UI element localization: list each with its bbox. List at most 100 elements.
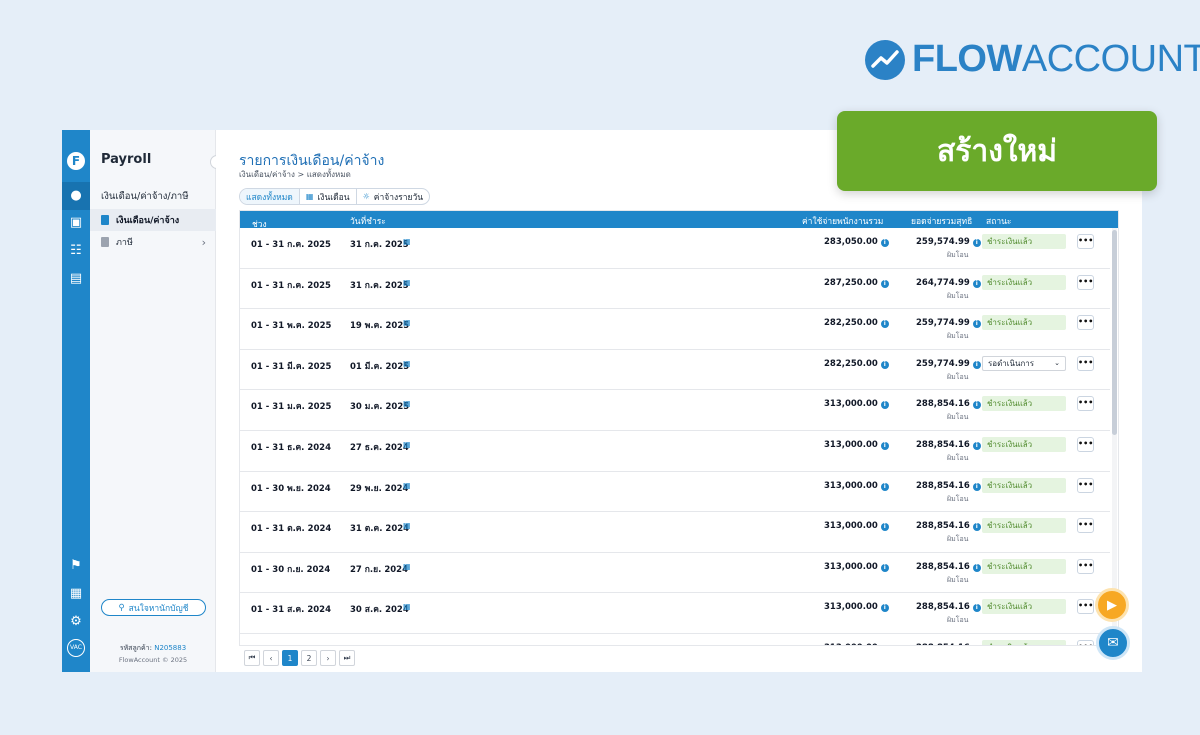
- chat-button[interactable]: ✉: [1096, 626, 1130, 660]
- info-icon[interactable]: i: [972, 604, 981, 613]
- table-row[interactable]: 01 - 31 ก.ค. 2025 31 ก.ค. 2025 ▦ 287,250.00…: [240, 269, 1110, 310]
- contact-card-icon[interactable]: ▣: [68, 215, 84, 231]
- pay-date-cell: 01 มี.ค. 2025: [350, 361, 410, 372]
- flowaccount-logo-icon[interactable]: F: [67, 152, 85, 170]
- info-icon[interactable]: i: [880, 604, 889, 613]
- play-tutorial-button[interactable]: ▶: [1095, 588, 1129, 622]
- scrollbar[interactable]: [1112, 228, 1117, 645]
- info-icon[interactable]: i: [880, 523, 889, 532]
- period-cell: 01 - 31 ธ.ค. 2024: [251, 443, 332, 453]
- payment-method: ผิมโอน: [947, 535, 969, 544]
- gear-icon[interactable]: ⚙: [68, 614, 84, 630]
- next-page-button[interactable]: ›: [320, 650, 336, 666]
- table-row[interactable]: 01 - 30 ก.ย. 2024 27 ก.ย. 2024 ▦ 313,000.00…: [240, 553, 1110, 594]
- status-badge: ชำระเงินแล้ว: [982, 396, 1066, 412]
- last-page-button[interactable]: ⏭: [339, 650, 355, 666]
- info-icon[interactable]: i: [880, 239, 889, 247]
- sidebar-item-salary[interactable]: เงินเดือน/ค่าจ้าง: [90, 209, 216, 231]
- table-row[interactable]: 01 - 31 ส.ค. 2024 30 ส.ค. 2024 ▦ 313,000.00…: [240, 593, 1110, 634]
- org-chart-icon[interactable]: ☷: [68, 243, 84, 259]
- sidebar-item-tax[interactable]: ภาษี ›: [90, 231, 216, 253]
- total-cost-cell: 283,050.00 i: [824, 237, 889, 247]
- table-row[interactable]: 01 - 31 ต.ค. 2024 31 ต.ค. 2024 ▦ 313,000.00…: [240, 512, 1110, 553]
- tab-label: ค่าจ้างรายวัน: [373, 192, 424, 203]
- table-row[interactable]: 01 - 31 พ.ค. 2025 19 พ.ค. 2025 ▦ 282,250.00…: [240, 309, 1110, 350]
- more-options-button[interactable]: •••: [1077, 640, 1094, 645]
- status-badge[interactable]: รอดำเนินการ ⌄: [982, 355, 1066, 371]
- table-row[interactable]: 01 - 31 มี.ค. 2025 01 มี.ค. 2025 ▦ 282,250.…: [240, 350, 1110, 391]
- info-icon[interactable]: i: [880, 320, 889, 329]
- pay-date-cell: 27 ธ.ค. 2024: [350, 443, 409, 453]
- info-icon[interactable]: i: [973, 645, 981, 646]
- info-icon[interactable]: i: [880, 442, 889, 450]
- table-row[interactable]: 01 - 31 ก.ค. 2025 31 ก.ค. 2025 ▦ 283,050.00…: [240, 228, 1110, 269]
- find-accountant-button[interactable]: ⚲ สนใจหานักบัญชี: [101, 599, 206, 616]
- more-options-button[interactable]: •••: [1077, 518, 1094, 534]
- prev-page-button[interactable]: ‹: [263, 650, 279, 666]
- info-icon[interactable]: i: [972, 360, 981, 369]
- more-options-button[interactable]: •••: [1077, 558, 1094, 574]
- info-icon[interactable]: i: [880, 279, 889, 288]
- page-button[interactable]: 1: [282, 650, 298, 666]
- net-pay-cell: 288,854.16i: [916, 602, 981, 613]
- period-cell: 01 - 31 ก.ค. 2025: [251, 240, 331, 250]
- net-pay-cell: 259,574.99 i: [916, 237, 981, 247]
- info-icon[interactable]: i: [972, 482, 981, 491]
- more-options-button[interactable]: •••: [1077, 315, 1094, 331]
- scrollbar-thumb[interactable]: [1112, 230, 1117, 435]
- table-row[interactable]: 01 - 31 ม.ค. 2025 30 ม.ค. 2025 ▦ 313,000.00…: [240, 390, 1110, 431]
- bell-icon[interactable]: ⚑: [68, 558, 84, 574]
- create-new-button[interactable]: สร้างใหม่: [837, 111, 1157, 191]
- users-money-icon[interactable]: ●: [68, 188, 84, 204]
- info-icon[interactable]: i: [880, 563, 889, 572]
- calendar-icon: ▦: [403, 440, 411, 449]
- filter-tabs: แสดงทั้งหมด ▦ เงินเดือน ☼ ค่าจ้างรายวัน: [239, 188, 431, 205]
- info-icon[interactable]: i: [972, 563, 981, 572]
- status-label: ชำระเงินแล้ว: [987, 561, 1033, 571]
- net-pay-cell: 288,854.16i: [916, 521, 981, 532]
- info-icon[interactable]: i: [880, 401, 889, 410]
- total-cost-cell: 313,000.00i: [824, 440, 889, 450]
- more-options-button[interactable]: •••: [1077, 274, 1094, 290]
- more-options-button[interactable]: •••: [1077, 477, 1094, 493]
- more-options-button[interactable]: •••: [1077, 599, 1094, 615]
- info-icon[interactable]: i: [881, 645, 889, 646]
- info-icon[interactable]: i: [972, 401, 981, 410]
- info-icon[interactable]: i: [972, 239, 981, 247]
- page-button[interactable]: 2: [301, 650, 317, 666]
- table-row[interactable]: 01 - 31 ธ.ค. 2024 27 ธ.ค. 2024 ▦ 313,000.00…: [240, 431, 1110, 472]
- calendar-icon: ▦: [403, 643, 411, 645]
- total-cost-cell: 313,000.00i: [824, 399, 889, 410]
- sun-icon: ☼: [362, 192, 370, 201]
- payment-method: ผิมโอน: [947, 575, 969, 584]
- info-icon[interactable]: i: [880, 360, 889, 369]
- first-page-button[interactable]: ⏮: [244, 650, 260, 666]
- search-icon: ⚲: [118, 602, 125, 613]
- info-icon[interactable]: i: [972, 320, 981, 329]
- more-options-button[interactable]: •••: [1077, 396, 1094, 412]
- more-options-button[interactable]: •••: [1077, 234, 1094, 249]
- tab-daily-wage[interactable]: ☼ ค่าจ้างรายวัน: [357, 189, 429, 204]
- monitor-chart-icon[interactable]: ▤: [68, 271, 84, 287]
- table-row[interactable]: 01 - 31 ก.ค. 2024 30 ก.ค. 2024▦ 313,000.00…: [240, 634, 1110, 646]
- info-icon[interactable]: i: [972, 279, 981, 288]
- status-badge: ชำระเงินแล้ว: [982, 518, 1066, 534]
- info-icon[interactable]: i: [972, 442, 981, 450]
- table-row[interactable]: 01 - 30 พ.ย. 2024 29 พ.ย. 2024 ▦ 313,000.00…: [240, 472, 1110, 513]
- status-badge: ชำระเงินแล้ว: [982, 234, 1066, 249]
- info-icon[interactable]: i: [880, 482, 889, 491]
- pay-date-cell: 29 พ.ย. 2024: [350, 483, 409, 494]
- more-options-button[interactable]: •••: [1077, 437, 1094, 452]
- tab-show-all[interactable]: แสดงทั้งหมด: [240, 189, 300, 204]
- calendar-icon: ▦: [403, 399, 411, 409]
- tab-salary[interactable]: ▦ เงินเดือน: [300, 189, 357, 204]
- avatar[interactable]: VAC: [67, 639, 85, 657]
- table-header: ช่วงวันที่ ⌄ วันที่ชำระ ค่าใช้จ่ายพนักงา…: [240, 211, 1118, 258]
- pagination: ⏮ ‹ 1 2 › ⏭: [244, 650, 355, 666]
- pay-date-cell: 31 ก.ค. 2025: [350, 240, 409, 250]
- more-options-button[interactable]: •••: [1077, 355, 1094, 371]
- info-icon[interactable]: i: [972, 523, 981, 532]
- net-pay-value: 259,574.99: [916, 237, 970, 247]
- breadcrumb: เงินเดือน/ค่าจ้าง > แสดงทั้งหมด: [239, 170, 351, 179]
- apps-grid-icon[interactable]: ▦: [68, 586, 84, 602]
